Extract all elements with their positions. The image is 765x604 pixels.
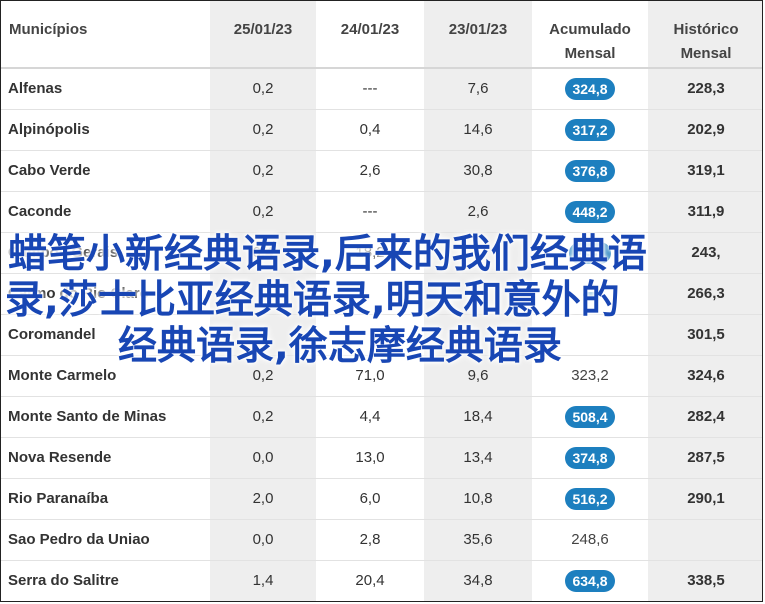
value-date-2-cell: 13,0 [316, 437, 424, 479]
table-row: Rio Paranaíba 2,0 6,0 10,8 516,2 290,1 [1, 478, 762, 520]
historical-value-cell: 338,5 [648, 560, 762, 601]
value-date-1-cell: 0,2 [210, 396, 316, 438]
watermark-overlay-text: 蜡笔小新经典语录,后来的我们经典语 录,莎士比亚经典语录,明天和意外的 经典语录… [0, 232, 765, 370]
table-row: Alpinópolis 0,2 0,4 14,6 317,2 202,9 [1, 109, 762, 151]
accumulated-text: 248,6 [571, 531, 609, 548]
value-date-2-cell: 2,8 [316, 519, 424, 561]
value-date-3-cell: 2,6 [424, 191, 532, 233]
value-date-3-cell: 7,6 [424, 68, 532, 110]
accumulated-badge: 317,2 [565, 118, 615, 141]
header-municipios[interactable]: Municípios [1, 1, 210, 69]
historical-value-cell: 290,1 [648, 478, 762, 520]
table-header-row: Municípios 25/01/23 24/01/23 23/01/23 Ac… [1, 1, 762, 69]
municipality-name-cell: Alpinópolis [1, 109, 210, 151]
table-row: Nova Resende 0,0 13,0 13,4 374,8 287,5 [1, 437, 762, 479]
value-date-3-cell: 10,8 [424, 478, 532, 520]
accumulated-value-cell: 317,2 [532, 109, 648, 151]
overlay-line-1: 蜡笔小新经典语录,后来的我们经典语 [8, 232, 647, 277]
accumulated-value-cell: 374,8 [532, 437, 648, 479]
value-date-3-cell: 18,4 [424, 396, 532, 438]
municipality-name-cell: Nova Resende [1, 437, 210, 479]
municipality-name-cell: Monte Santo de Minas [1, 396, 210, 438]
accumulated-value-cell: 248,6 [532, 519, 648, 561]
value-date-1-cell: 0,0 [210, 437, 316, 479]
accumulated-value-cell: 516,2 [532, 478, 648, 520]
header-date-3[interactable]: 23/01/23 [424, 1, 532, 69]
accumulated-value-cell: 448,2 [532, 191, 648, 233]
historical-value-cell: 311,9 [648, 191, 762, 233]
value-date-2-cell: 2,6 [316, 150, 424, 192]
accumulated-badge: 448,2 [565, 200, 615, 223]
header-historico[interactable]: Histórico Mensal [648, 1, 762, 69]
accumulated-badge: 374,8 [565, 446, 615, 469]
municipality-name-cell: Serra do Salitre [1, 560, 210, 601]
table-row: Monte Santo de Minas 0,2 4,4 18,4 508,4 282,4 [1, 396, 762, 438]
historical-value-cell: 282,4 [648, 396, 762, 438]
accumulated-badge: 634,8 [565, 569, 615, 592]
accumulated-badge: 516,2 [565, 487, 615, 510]
historical-value-cell: 202,9 [648, 109, 762, 151]
overlay-line-3: 经典语录,徐志摩经典语录 [118, 324, 562, 369]
value-date-1-cell: 0,0 [210, 519, 316, 561]
table-row: Alfenas 0,2 --- 7,6 324,8 228,3 [1, 68, 762, 110]
accumulated-value-cell: 634,8 [532, 560, 648, 601]
municipality-name-cell: Cabo Verde [1, 150, 210, 192]
value-date-3-cell: 34,8 [424, 560, 532, 601]
value-date-1-cell: 0,2 [210, 150, 316, 192]
value-date-2-cell: 20,4 [316, 560, 424, 601]
value-date-1-cell: 1,4 [210, 560, 316, 601]
header-date-2[interactable]: 24/01/23 [316, 1, 424, 69]
value-date-1-cell: 0,2 [210, 109, 316, 151]
header-date-1[interactable]: 25/01/23 [210, 1, 316, 69]
value-date-2-cell: 6,0 [316, 478, 424, 520]
value-date-1-cell: 0,2 [210, 191, 316, 233]
table-row: Serra do Salitre 1,4 20,4 34,8 634,8 338,5 [1, 560, 762, 601]
value-date-2-cell: 0,4 [316, 109, 424, 151]
value-date-2-cell: 4,4 [316, 396, 424, 438]
accumulated-badge: 508,4 [565, 405, 615, 428]
value-date-1-cell: 0,2 [210, 68, 316, 110]
header-acumulado[interactable]: Acumulado Mensal [532, 1, 648, 69]
value-date-1-cell: 2,0 [210, 478, 316, 520]
value-date-3-cell: 13,4 [424, 437, 532, 479]
value-date-3-cell: 14,6 [424, 109, 532, 151]
accumulated-badge: 376,8 [565, 159, 615, 182]
accumulated-value-cell: 324,8 [532, 68, 648, 110]
overlay-line-2: 录,莎士比亚经典语录,明天和意外的 [5, 278, 620, 323]
accumulated-value-cell: 376,8 [532, 150, 648, 192]
value-date-3-cell: 35,6 [424, 519, 532, 561]
municipality-name-cell: Caconde [1, 191, 210, 233]
accumulated-badge: 324,8 [565, 77, 615, 100]
accumulated-value-cell: 508,4 [532, 396, 648, 438]
historical-value-cell: 228,3 [648, 68, 762, 110]
historical-value-cell: 319,1 [648, 150, 762, 192]
value-date-2-cell: --- [316, 68, 424, 110]
historical-value-cell: 287,5 [648, 437, 762, 479]
table-row: Sao Pedro da Uniao 0,0 2,8 35,6 248,6 [1, 519, 762, 561]
value-date-3-cell: 30,8 [424, 150, 532, 192]
table-row: Caconde 0,2 --- 2,6 448,2 311,9 [1, 191, 762, 233]
historical-value-cell [648, 519, 762, 561]
table-row: Cabo Verde 0,2 2,6 30,8 376,8 319,1 [1, 150, 762, 192]
municipality-name-cell: Alfenas [1, 68, 210, 110]
municipality-name-cell: Rio Paranaíba [1, 478, 210, 520]
municipality-name-cell: Sao Pedro da Uniao [1, 519, 210, 561]
value-date-2-cell: --- [316, 191, 424, 233]
